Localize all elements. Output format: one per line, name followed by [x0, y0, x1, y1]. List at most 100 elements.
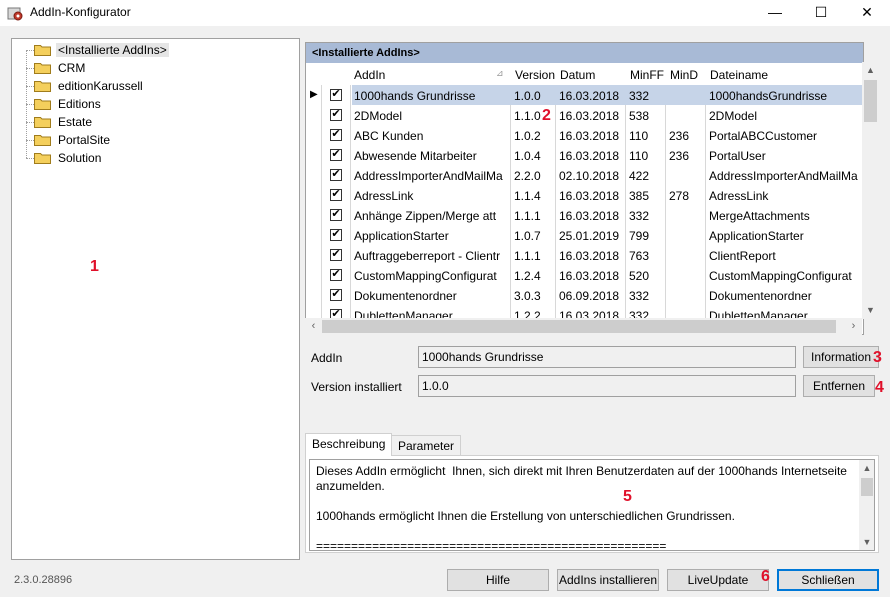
table-row[interactable]: ✔ 2DModel 1.1.0 16.03.2018 538 2DModel: [306, 105, 863, 125]
enabled-checkbox[interactable]: ✔: [330, 109, 342, 121]
category-tree[interactable]: <Installierte AddIns> CRM editionKarussell…: [11, 38, 300, 560]
grid-vertical-scrollbar[interactable]: ▲ ▼: [862, 62, 879, 319]
maximize-button[interactable]: ☐: [798, 0, 844, 26]
cell-dateiname: MergeAttachments: [709, 209, 810, 223]
enabled-checkbox[interactable]: ✔: [330, 269, 342, 281]
scroll-left-icon[interactable]: ‹: [305, 318, 322, 335]
tab-beschreibung[interactable]: Beschreibung: [305, 433, 393, 456]
app-version: 2.3.0.28896: [14, 574, 73, 586]
table-row[interactable]: ✔ Abwesende Mitarbeiter 1.0.4 16.03.2018 110…: [306, 145, 863, 165]
cell-version: 1.2.4: [514, 269, 541, 283]
scroll-thumb[interactable]: [322, 320, 836, 333]
minimize-button[interactable]: —: [752, 0, 798, 26]
scroll-up-icon[interactable]: ▲: [862, 62, 879, 79]
table-row[interactable]: ✔ CustomMappingConfigurat 1.2.4 16.03.2018 5…: [306, 265, 863, 285]
table-row[interactable]: ✔ Dokumentenordner 3.0.3 06.09.2018 332 Dokum…: [306, 285, 863, 305]
cell-dateiname: 1000handsGrundrisse: [709, 89, 828, 103]
enabled-checkbox[interactable]: ✔: [330, 229, 342, 241]
version-installed-field[interactable]: 1.0.0: [418, 375, 796, 397]
close-button[interactable]: Schließen: [777, 569, 879, 591]
cell-dateiname: AddressImporterAndMailMa: [709, 169, 858, 183]
column-header-dateiname[interactable]: Dateiname: [710, 68, 768, 82]
cell-datum: 06.09.2018: [559, 289, 620, 303]
folder-icon: [34, 81, 51, 92]
cell-datum: 16.03.2018: [559, 209, 620, 223]
enabled-checkbox[interactable]: ✔: [330, 289, 342, 301]
tree-item-label: Editions: [58, 97, 101, 111]
scroll-thumb[interactable]: [861, 478, 873, 496]
cell-mind: 236: [669, 129, 690, 143]
enabled-checkbox[interactable]: ✔: [330, 209, 342, 221]
tree-connector: [26, 140, 34, 141]
scroll-down-icon[interactable]: ▼: [862, 302, 879, 319]
cell-dateiname: 2DModel: [709, 109, 758, 123]
tree-item-label: editionKarussell: [58, 79, 143, 93]
description-box[interactable]: Dieses AddIn ermöglicht Ihnen, sich dire…: [309, 459, 875, 551]
column-header-version[interactable]: Version: [515, 68, 555, 82]
cell-mind: 278: [669, 189, 690, 203]
cell-minff: 332: [629, 209, 650, 223]
annotation-5: 5: [623, 488, 632, 505]
scroll-right-icon[interactable]: ›: [845, 318, 862, 335]
annotation-4: 4: [875, 379, 884, 396]
cell-datum: 02.10.2018: [559, 169, 620, 183]
information-button[interactable]: Information: [803, 346, 879, 368]
scroll-down-icon[interactable]: ▼: [859, 534, 874, 550]
table-row[interactable]: ✔ AddressImporterAndMailMa 2.2.0 02.10.2018…: [306, 165, 863, 185]
scroll-up-icon[interactable]: ▲: [859, 460, 874, 476]
addin-grid[interactable]: <Installierte AddIns> AddIn ⊿ Version Da…: [305, 42, 864, 335]
tree-item-label: PortalSite: [58, 133, 111, 147]
install-addins-button[interactable]: AddIns installieren: [557, 569, 659, 591]
cell-addin: Anhänge Zippen/Merge att: [354, 209, 497, 223]
enabled-checkbox[interactable]: ✔: [330, 249, 342, 261]
cell-dateiname: Dokumentenordner: [709, 289, 812, 303]
enabled-checkbox[interactable]: ✔: [330, 149, 342, 161]
cell-dateiname: PortalABCCustomer: [709, 129, 818, 143]
cell-datum: 16.03.2018: [559, 269, 620, 283]
column-header-mind[interactable]: MinD: [670, 68, 698, 82]
table-row[interactable]: ▶ ✔ 1000hands Grundrisse 1.0.0 16.03.2018 332…: [306, 85, 863, 105]
liveupdate-button[interactable]: LiveUpdate: [667, 569, 769, 591]
grid-title: <Installierte AddIns>: [306, 43, 863, 63]
addin-name-field[interactable]: 1000hands Grundrisse: [418, 346, 796, 368]
tree-item-label: <Installierte AddIns>: [56, 43, 169, 57]
cell-minff: 538: [629, 109, 650, 123]
enabled-checkbox[interactable]: ✔: [330, 89, 342, 101]
annotation-2: 2: [542, 107, 551, 124]
column-header-minff[interactable]: MinFF: [630, 68, 664, 82]
table-row[interactable]: ✔ ABC Kunden 1.0.2 16.03.2018 110 236 PortalAB…: [306, 125, 863, 145]
enabled-checkbox[interactable]: ✔: [330, 169, 342, 181]
cell-addin: AdressLink: [354, 189, 414, 203]
tab-parameter[interactable]: Parameter: [391, 435, 462, 456]
remove-button[interactable]: Entfernen: [803, 375, 875, 397]
grid-horizontal-scrollbar[interactable]: ‹ ›: [305, 318, 862, 335]
annotation-1: 1: [90, 258, 99, 275]
enabled-checkbox[interactable]: ✔: [330, 189, 342, 201]
table-row[interactable]: ✔ Anhänge Zippen/Merge att 1.1.1 16.03.2018…: [306, 205, 863, 225]
column-header-addin[interactable]: AddIn: [354, 68, 385, 82]
cell-minff: 332: [629, 89, 650, 103]
table-row[interactable]: ✔ AdressLink 1.1.4 16.03.2018 385 278 AdressLi…: [306, 185, 863, 205]
cell-addin: Abwesende Mitarbeiter: [354, 149, 477, 163]
enabled-checkbox[interactable]: ✔: [330, 129, 342, 141]
cell-datum: 16.03.2018: [559, 249, 620, 263]
cell-minff: 110: [629, 129, 649, 143]
help-button[interactable]: Hilfe: [447, 569, 549, 591]
table-row[interactable]: ✔ ApplicationStarter 1.0.7 25.01.2019 799 App…: [306, 225, 863, 245]
description-scrollbar[interactable]: ▲ ▼: [859, 460, 874, 550]
cell-addin: ApplicationStarter: [354, 229, 449, 243]
cell-version: 3.0.3: [514, 289, 541, 303]
cell-minff: 763: [629, 249, 650, 263]
folder-icon: [34, 45, 51, 56]
close-window-button[interactable]: ✕: [844, 0, 890, 26]
cell-minff: 110: [629, 149, 649, 163]
column-header-datum[interactable]: Datum: [560, 68, 595, 82]
cell-addin: AddressImporterAndMailMa: [354, 169, 503, 183]
cell-datum: 25.01.2019: [559, 229, 620, 243]
scroll-thumb[interactable]: [864, 80, 877, 122]
folder-icon: [34, 117, 51, 128]
cell-minff: 385: [629, 189, 650, 203]
table-row[interactable]: ✔ Auftraggeberreport - Clientr 1.1.1 16.03.…: [306, 245, 863, 265]
column-headers: AddIn ⊿ Version Datum MinFF MinD Dateina…: [306, 63, 863, 85]
tree-item-label: Solution: [58, 151, 102, 165]
